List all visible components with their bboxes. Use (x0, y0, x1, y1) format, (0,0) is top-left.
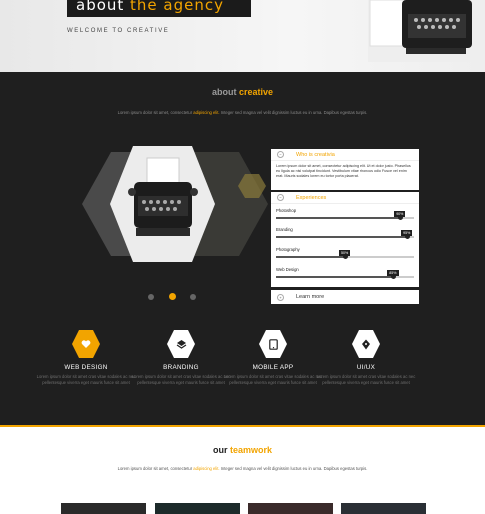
skill-bar-fill (276, 276, 394, 278)
team-member-photo[interactable] (341, 503, 426, 514)
hero-title: about the agency (67, 0, 251, 17)
team-title: our teamwork (0, 445, 485, 455)
hero-banner: about the agency WELCOME TO CREATIVE (0, 0, 485, 72)
accordion-title-3: Learn more (296, 294, 325, 300)
skill-branding: Branding 95% (276, 227, 414, 241)
about-title-accent: creative (238, 87, 274, 97)
service-text: Lorem ipsum dolor sit amet cras vitae so… (316, 374, 416, 385)
skill-photography: Photography 50% (276, 247, 414, 261)
service-title: UI/UX (356, 364, 376, 371)
typewriter-image (368, 0, 485, 62)
minus-icon: − (277, 151, 284, 158)
team-member-photo[interactable] (248, 503, 333, 514)
skill-label: Photoshop (276, 208, 297, 213)
skill-percent-badge: 90% (394, 211, 406, 217)
service-text: Lorem ipsum dolor sit amet cras vitae so… (36, 374, 136, 385)
skill-bar-fill (276, 256, 345, 258)
accordion-title-1: Who is creativia (296, 151, 335, 158)
hero-title-accent: the agency (130, 0, 225, 14)
hero-title-plain: about (76, 0, 131, 14)
accordion-header-1[interactable]: − Who is creativia (271, 149, 419, 161)
skill-bar-fill (276, 217, 401, 219)
carousel-dot-3[interactable] (190, 294, 196, 300)
skill-photoshop: Photoshop 90% (276, 208, 414, 222)
skill-percent-badge: 50% (339, 250, 351, 256)
accordion-who-is-creativia[interactable]: − Who is creativia Lorem ipsum dolor sit … (271, 149, 419, 190)
about-text-highlight: adipiscing elit. (193, 110, 220, 115)
about-title: about creative (0, 87, 485, 97)
accordion-experiences[interactable]: − Experiences Photoshop 90% Branding 95% … (271, 192, 419, 287)
section-divider (0, 425, 485, 427)
plus-icon: + (277, 293, 284, 301)
accordion-body-1: Lorem ipsum dolor sit amet, consectetur … (276, 164, 411, 178)
team-title-accent: teamwork (229, 445, 273, 455)
accordion-learn-more[interactable]: + Learn more (271, 290, 419, 304)
accordion-title-2: Experiences (296, 194, 327, 201)
skill-bar: 95% (276, 230, 414, 240)
carousel-dot-2-active[interactable] (169, 293, 176, 300)
skill-label: Web Design (276, 267, 299, 272)
skill-percent-badge: 95% (401, 230, 413, 236)
hexagon-gallery (82, 146, 268, 262)
team-text-b: Integer sed magna vel velit dignissim lu… (219, 466, 368, 471)
team-text-highlight: adipiscing elit. (193, 466, 220, 471)
skill-bar-fill (276, 236, 408, 238)
team-text-a: Lorem ipsum dolor sit amet, consectetur (117, 466, 194, 471)
skill-label: Photography (276, 247, 300, 252)
service-ui-ux: UI/UX Lorem ipsum dolor sit amet cras vi… (311, 330, 421, 386)
accordion-header-3[interactable]: + Learn more (271, 290, 419, 304)
skill-bar: 90% (276, 211, 414, 221)
skill-bar: 85% (276, 270, 414, 280)
skill-label: Branding (276, 227, 293, 232)
accordion-header-2[interactable]: − Experiences (271, 192, 419, 204)
team-title-plain: our (212, 445, 230, 455)
skill-bar: 50% (276, 250, 414, 260)
minus-icon: − (277, 194, 284, 201)
heart-icon (72, 330, 100, 358)
service-web-design: WEB DESIGN Lorem ipsum dolor sit amet cr… (31, 330, 141, 386)
team-intro-text: Lorem ipsum dolor sit amet, consectetur … (40, 466, 445, 471)
team-member-photo[interactable] (61, 503, 146, 514)
carousel-dot-1[interactable] (148, 294, 154, 300)
skill-web-design: Web Design 85% (276, 267, 414, 281)
skill-percent-badge: 85% (387, 270, 399, 276)
about-intro-text: Lorem ipsum dolor sit amet, consectetur … (40, 110, 445, 115)
pen-nib-icon (352, 330, 380, 358)
about-title-plain: about (211, 87, 239, 97)
layers-icon (167, 330, 195, 358)
about-text-b: Integer sed magna vel velit dignissim lu… (219, 110, 368, 115)
hero-subtitle: WELCOME TO CREATIVE (67, 28, 170, 34)
tablet-icon (259, 330, 287, 358)
about-text-a: Lorem ipsum dolor sit amet, consectetur (117, 110, 194, 115)
team-member-photo[interactable] (155, 503, 240, 514)
service-title: WEB DESIGN (64, 364, 108, 371)
